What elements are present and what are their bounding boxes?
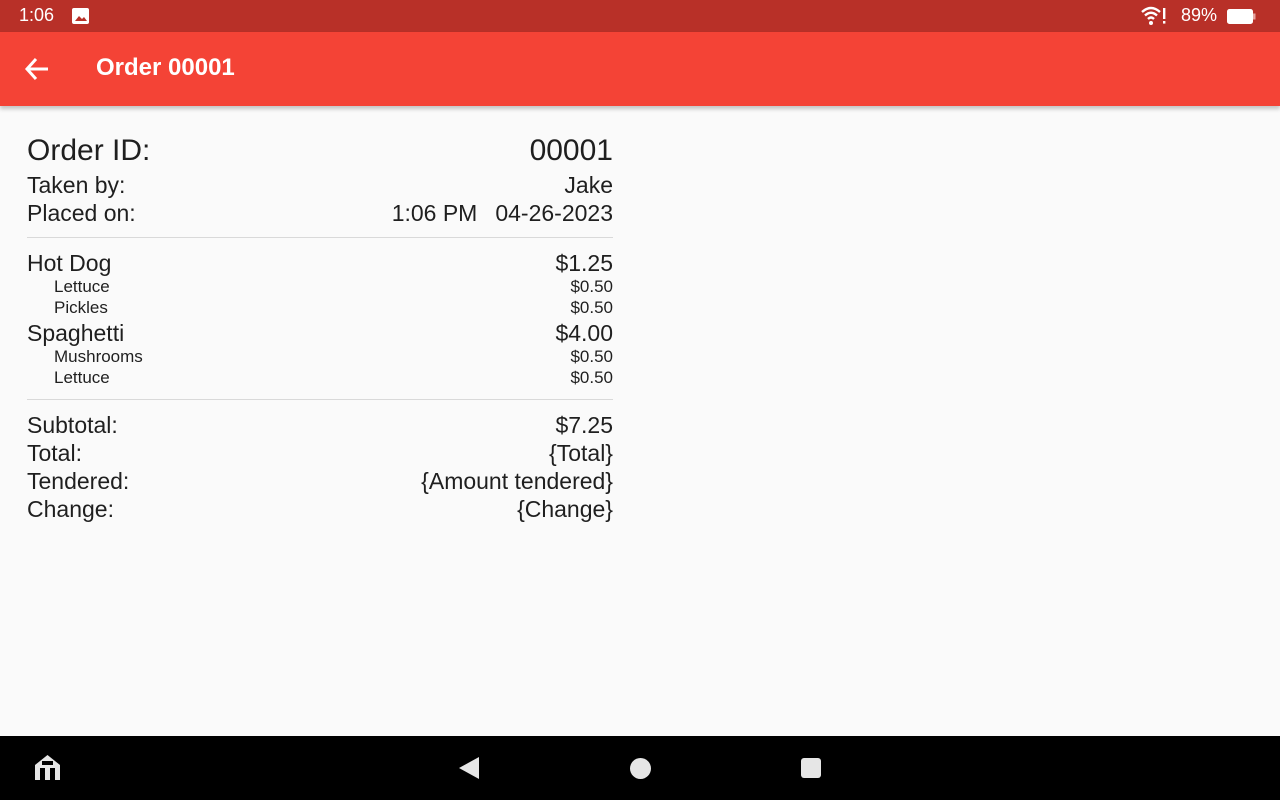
- placed-on-value: 1:06 PM 04-26-2023: [392, 200, 613, 227]
- extra-price: $0.50: [570, 368, 613, 387]
- list-item: Hot Dog $1.25: [27, 250, 613, 280]
- item-price: $1.25: [555, 250, 613, 276]
- status-time: 1:06: [19, 5, 55, 25]
- extra-name: Lettuce: [54, 277, 110, 296]
- taken-by-value: Jake: [564, 172, 613, 198]
- tendered-label: Tendered:: [27, 468, 130, 494]
- recents-square-icon[interactable]: [801, 758, 821, 778]
- home-circle-icon[interactable]: [630, 758, 651, 779]
- order-id-row: Order ID: 00001: [27, 134, 613, 170]
- list-item: Mushrooms $0.50: [27, 347, 613, 368]
- placed-on-label: Placed on:: [27, 200, 136, 226]
- item-name: Hot Dog: [27, 250, 112, 276]
- taken-by-label: Taken by:: [27, 172, 126, 198]
- placed-date: 04-26-2023: [495, 200, 613, 226]
- placed-on-row: Placed on: 1:06 PM 04-26-2023: [27, 200, 613, 230]
- total-label: Total:: [27, 440, 82, 466]
- extra-price: $0.50: [570, 347, 613, 366]
- change-row: Change: {Change}: [27, 496, 613, 526]
- subtotal-value: $7.25: [555, 412, 613, 438]
- home-app-icon[interactable]: [32, 753, 63, 783]
- extra-name: Pickles: [54, 298, 108, 317]
- item-price: $4.00: [555, 320, 613, 346]
- list-item: Lettuce $0.50: [27, 277, 613, 298]
- tendered-row: Tendered: {Amount tendered}: [27, 468, 613, 498]
- change-value: {Change}: [517, 496, 613, 522]
- wifi-icon: [1141, 6, 1166, 25]
- subtotal-label: Subtotal:: [27, 412, 118, 438]
- subtotal-row: Subtotal: $7.25: [27, 412, 613, 442]
- list-item: Pickles $0.50: [27, 298, 613, 319]
- change-label: Change:: [27, 496, 114, 522]
- page-title: Order 00001: [96, 54, 235, 81]
- order-id-label: Order ID:: [27, 134, 151, 167]
- extra-price: $0.50: [570, 277, 613, 296]
- battery-percent: 89%: [1181, 5, 1218, 25]
- app-bar: Order 00001: [0, 32, 1280, 106]
- list-item: Lettuce $0.50: [27, 368, 613, 389]
- list-item: Spaghetti $4.00: [27, 320, 613, 350]
- back-triangle-icon[interactable]: [458, 756, 480, 780]
- item-name: Spaghetti: [27, 320, 125, 346]
- extra-price: $0.50: [570, 298, 613, 317]
- placed-time: 1:06 PM: [391, 200, 478, 226]
- tendered-value: {Amount tendered}: [421, 468, 613, 494]
- taken-by-row: Taken by: Jake: [27, 172, 613, 202]
- image-notification-icon: [72, 8, 89, 24]
- order-id-value: 00001: [529, 134, 613, 167]
- total-value: {Total}: [549, 440, 613, 466]
- divider: [27, 399, 613, 400]
- extra-name: Mushrooms: [54, 347, 143, 366]
- divider: [27, 237, 613, 238]
- back-arrow-icon[interactable]: [22, 53, 54, 85]
- status-bar: 1:06 89%: [0, 0, 1280, 32]
- extra-name: Lettuce: [54, 368, 110, 387]
- battery-icon: [1227, 9, 1256, 24]
- total-row: Total: {Total}: [27, 440, 613, 470]
